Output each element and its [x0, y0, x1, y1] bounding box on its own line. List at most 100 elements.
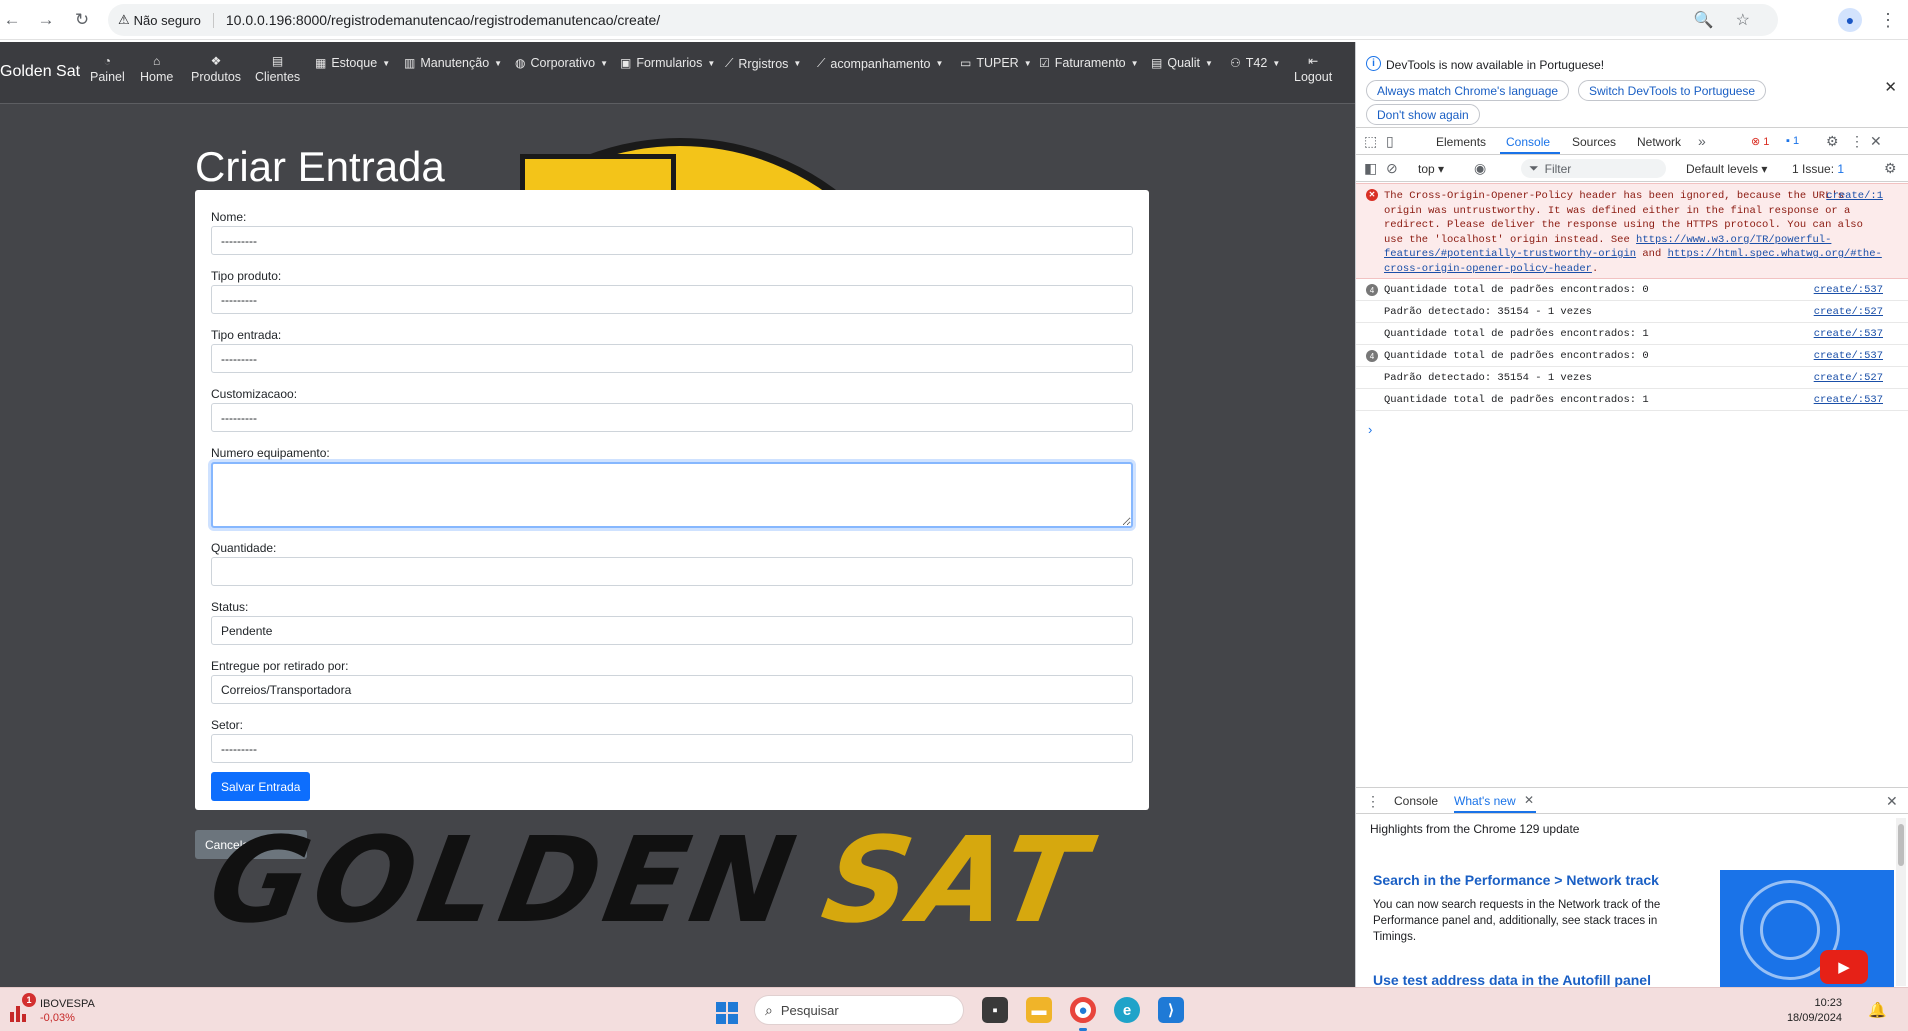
nome-select[interactable]: --------- — [211, 226, 1133, 255]
bookmark-star-icon[interactable]: ☆ — [1736, 10, 1750, 30]
console-settings-icon[interactable]: ⚙ — [1884, 160, 1897, 177]
windows-start-icon[interactable] — [716, 1002, 738, 1024]
whats-new-item-title[interactable]: Use test address data in the Autofill pa… — [1373, 972, 1651, 988]
nav-qualit[interactable]: ▤ Qualit ▼ — [1151, 56, 1213, 70]
vscode-app-icon[interactable]: ⟩ — [1158, 997, 1184, 1023]
chrome-app-icon[interactable]: ● — [1070, 997, 1096, 1023]
search-placeholder: Pesquisar — [780, 1002, 839, 1018]
log-source-link[interactable]: create/:537 — [1814, 328, 1883, 340]
drawer-scrollbar[interactable] — [1896, 818, 1906, 986]
console-prompt-chevron-icon[interactable]: › — [1368, 422, 1372, 437]
log-levels-dropdown[interactable]: Default levels ▾ — [1686, 162, 1767, 176]
log-source-link[interactable]: create/:527 — [1814, 306, 1883, 318]
match-language-button[interactable]: Always match Chrome's language — [1366, 80, 1570, 101]
nav-clientes[interactable]: ▤ Clientes — [255, 55, 300, 84]
profile-avatar-icon[interactable]: ● — [1838, 8, 1862, 32]
live-expression-eye-icon[interactable]: ◉ — [1474, 160, 1486, 177]
tab-elements[interactable]: Elements — [1436, 135, 1486, 149]
tab-network[interactable]: Network — [1637, 135, 1681, 149]
setor-select[interactable]: --------- — [211, 734, 1133, 763]
quantidade-input[interactable] — [211, 557, 1133, 586]
task-view-icon[interactable]: ▪ — [982, 997, 1008, 1023]
video-thumbnail[interactable]: ▶ — [1720, 870, 1894, 988]
log-source-link[interactable]: create/:537 — [1814, 394, 1883, 406]
sidebar-toggle-icon[interactable]: ◧ — [1364, 160, 1377, 177]
error-count-badge[interactable]: ⊗ 1 — [1751, 135, 1769, 148]
nav-t42[interactable]: ⚇ T42 ▼ — [1230, 56, 1280, 70]
taskbar-search[interactable]: ⌕ Pesquisar — [754, 995, 964, 1025]
address-bar[interactable]: ⚠ Não seguro 10.0.0.196:8000/registrodem… — [108, 4, 1778, 36]
issues-button[interactable]: 1 Issue: 1 — [1792, 162, 1844, 176]
more-tabs-icon[interactable]: » — [1698, 133, 1706, 149]
stock-name[interactable]: IBOVESPA — [40, 998, 95, 1010]
navbar-brand[interactable]: Golden Sat — [0, 63, 80, 81]
nav-corporativo[interactable]: ◍ Corporativo ▼ — [515, 56, 608, 70]
nav-label: Qualit — [1167, 56, 1200, 70]
devtools-menu-icon[interactable]: ⋮ — [1850, 133, 1864, 150]
inspect-element-icon[interactable]: ⬚ — [1364, 133, 1377, 150]
log-source-link[interactable]: create/:537 — [1814, 350, 1883, 362]
file-explorer-icon[interactable]: ▬ — [1026, 997, 1052, 1023]
system-clock[interactable]: 10:23 18/09/2024 — [1782, 996, 1842, 1026]
close-banner-icon[interactable]: ✕ — [1884, 78, 1897, 96]
dont-show-again-button[interactable]: Don't show again — [1366, 104, 1480, 125]
nav-rrgistros[interactable]: ⟋ Rrgistros ▼ — [725, 56, 801, 71]
chrome-menu-icon[interactable]: ⋮ — [1876, 8, 1900, 32]
entregue-label: Entregue por retirado por: — [211, 659, 349, 673]
clock-date: 18/09/2024 — [1786, 1012, 1842, 1024]
save-entry-button[interactable]: Salvar Entrada — [211, 772, 311, 801]
url-text[interactable]: 10.0.0.196:8000/registrodemanutencao/reg… — [226, 12, 660, 28]
reload-icon[interactable]: ↻ — [70, 8, 94, 32]
close-whats-new-icon[interactable]: ✕ — [1524, 793, 1534, 807]
log-source-link[interactable]: create/:537 — [1814, 284, 1883, 296]
switch-portuguese-button[interactable]: Switch DevTools to Portuguese — [1578, 80, 1767, 101]
caret-down-icon: ▼ — [494, 58, 503, 68]
message-count: 1 — [1792, 135, 1800, 147]
back-arrow-icon[interactable]: ← — [0, 8, 24, 32]
forward-arrow-icon[interactable]: → — [34, 8, 58, 32]
nav-faturamento[interactable]: ☑ Faturamento ▼ — [1039, 56, 1139, 70]
globe-icon: ◍ — [515, 56, 526, 70]
log-entry: 4 Quantidade total de padrões encontrado… — [1356, 279, 1908, 301]
drawer-menu-icon[interactable]: ⋮ — [1366, 793, 1380, 810]
console-filter-input[interactable]: ⏷ Filter — [1521, 159, 1666, 178]
nav-painel[interactable]: ◔ Painel — [90, 55, 125, 84]
whats-new-item-title[interactable]: Search in the Performance > Network trac… — [1373, 872, 1659, 888]
tipo-produto-select[interactable]: --------- — [211, 285, 1133, 314]
zoom-icon[interactable]: 🔍 — [1694, 10, 1714, 30]
tab-console[interactable]: Console — [1506, 135, 1550, 149]
nav-home[interactable]: ⌂ Home — [140, 55, 173, 84]
drawer-tab-whats-new[interactable]: What's new — [1454, 794, 1516, 808]
nav-produtos[interactable]: ❖ Produtos — [191, 55, 241, 84]
message-count-badge[interactable]: ▪ 1 — [1786, 135, 1799, 147]
error-source-link[interactable]: create/:1 — [1826, 189, 1883, 204]
status-select[interactable]: Pendente — [211, 616, 1133, 645]
tab-sources[interactable]: Sources — [1572, 135, 1616, 149]
nav-estoque[interactable]: ▦ Estoque ▼ — [315, 56, 390, 70]
context-selector[interactable]: top ▾ — [1418, 162, 1444, 176]
nav-acompanhamento[interactable]: ⟋ acompanhamento ▼ — [817, 56, 943, 71]
settings-gear-icon[interactable]: ⚙ — [1826, 133, 1839, 150]
youtube-play-icon[interactable]: ▶ — [1820, 950, 1868, 984]
nav-tuper[interactable]: ▭ TUPER ▼ — [960, 56, 1032, 70]
drawer-tab-console[interactable]: Console — [1394, 794, 1438, 808]
scrollbar-thumb[interactable] — [1898, 824, 1904, 866]
nav-formularios[interactable]: ▣ Formularios ▼ — [620, 56, 715, 70]
numero-equipamento-textarea[interactable] — [211, 462, 1133, 528]
clear-console-icon[interactable]: ⊘ — [1386, 160, 1398, 177]
dashboard-icon: ◔ — [103, 54, 111, 68]
nav-manutencao[interactable]: ▥ Manutenção ▼ — [404, 56, 502, 70]
close-devtools-icon[interactable]: ✕ — [1870, 133, 1882, 150]
customizacao-select[interactable]: --------- — [211, 403, 1133, 432]
device-toggle-icon[interactable]: ▯ — [1386, 133, 1394, 150]
log-source-link[interactable]: create/:527 — [1814, 372, 1883, 384]
edge-app-icon[interactable]: e — [1114, 997, 1140, 1023]
close-drawer-icon[interactable]: ✕ — [1886, 793, 1898, 810]
tipo-entrada-select[interactable]: --------- — [211, 344, 1133, 373]
nav-logout[interactable]: ⇤ Logout — [1294, 55, 1332, 84]
thumbnail-ring — [1760, 900, 1820, 960]
entregue-select[interactable]: Correios/Transportadora — [211, 675, 1133, 704]
security-label[interactable]: Não seguro — [134, 12, 214, 28]
stock-widget-icon[interactable]: 1 — [10, 993, 36, 1022]
notification-bell-icon[interactable]: 🔔 — [1868, 1001, 1887, 1019]
